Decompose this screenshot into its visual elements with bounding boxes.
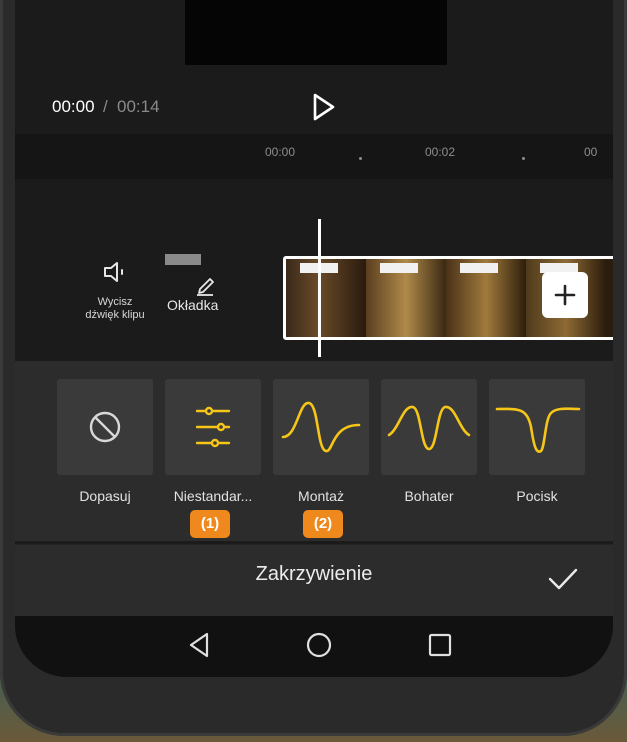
timeline-tick: 00 [584, 145, 598, 159]
add-clip-button[interactable] [542, 272, 588, 318]
play-icon[interactable] [305, 89, 341, 125]
timeline-dot [359, 157, 362, 160]
mute-label: Wycisz [97, 296, 133, 308]
current-time: 00:00 [52, 97, 95, 116]
bullet-curve-icon [495, 407, 581, 453]
time-separator: / [103, 97, 108, 116]
plus-icon [554, 284, 576, 306]
montage-curve-icon [281, 401, 361, 453]
preset-label: Pocisk [516, 488, 558, 504]
hero-curve-icon [387, 405, 471, 451]
panel-title: Zakrzywienie [255, 563, 373, 585]
back-icon[interactable] [179, 625, 219, 665]
mute-clip-button[interactable]: Wycisz dźwięk klipu [60, 259, 170, 339]
clip-frame [286, 259, 366, 337]
speaker-icon [104, 262, 123, 282]
timeline-tick: 00:02 [425, 145, 456, 159]
total-time: 00:14 [117, 97, 160, 116]
annotation-badge: (2) [303, 510, 343, 538]
recents-icon[interactable] [420, 625, 460, 665]
clip-frame [366, 259, 446, 337]
preset-label: Niestandar... [173, 488, 253, 504]
preset-label: Bohater [404, 488, 454, 504]
timeline-tick: 00:00 [265, 145, 296, 159]
cover-label: Okładka [167, 297, 219, 313]
playhead[interactable] [318, 219, 321, 357]
preset-dopasuj[interactable] [57, 379, 153, 475]
preset-pocisk[interactable] [489, 379, 585, 475]
app-screen: 00:00 / 00:14 00:00 00:02 00 Wycisz dźwi… [15, 0, 613, 677]
preset-label: Montaż [298, 488, 344, 504]
preset-montaz[interactable] [273, 379, 369, 475]
mute-label-line2: dźwięk klipu [85, 309, 145, 321]
cover-button[interactable]: Okładka [165, 254, 245, 324]
preset-bohater[interactable] [381, 379, 477, 475]
cover-thumbnail [165, 254, 201, 265]
pencil-icon [197, 278, 214, 296]
phone-frame: 00:00 / 00:14 00:00 00:02 00 Wycisz dźwi… [0, 0, 627, 736]
timeline-dot [522, 157, 525, 160]
checkmark-icon[interactable] [546, 564, 580, 594]
no-curve-icon [89, 411, 121, 443]
clip-frame [446, 259, 526, 337]
video-preview[interactable] [185, 0, 447, 65]
preset-label: Dopasuj [79, 488, 131, 504]
sliders-icon [195, 406, 231, 448]
preset-custom[interactable] [165, 379, 261, 475]
annotation-badge: (1) [190, 510, 230, 538]
home-icon[interactable] [299, 625, 339, 665]
